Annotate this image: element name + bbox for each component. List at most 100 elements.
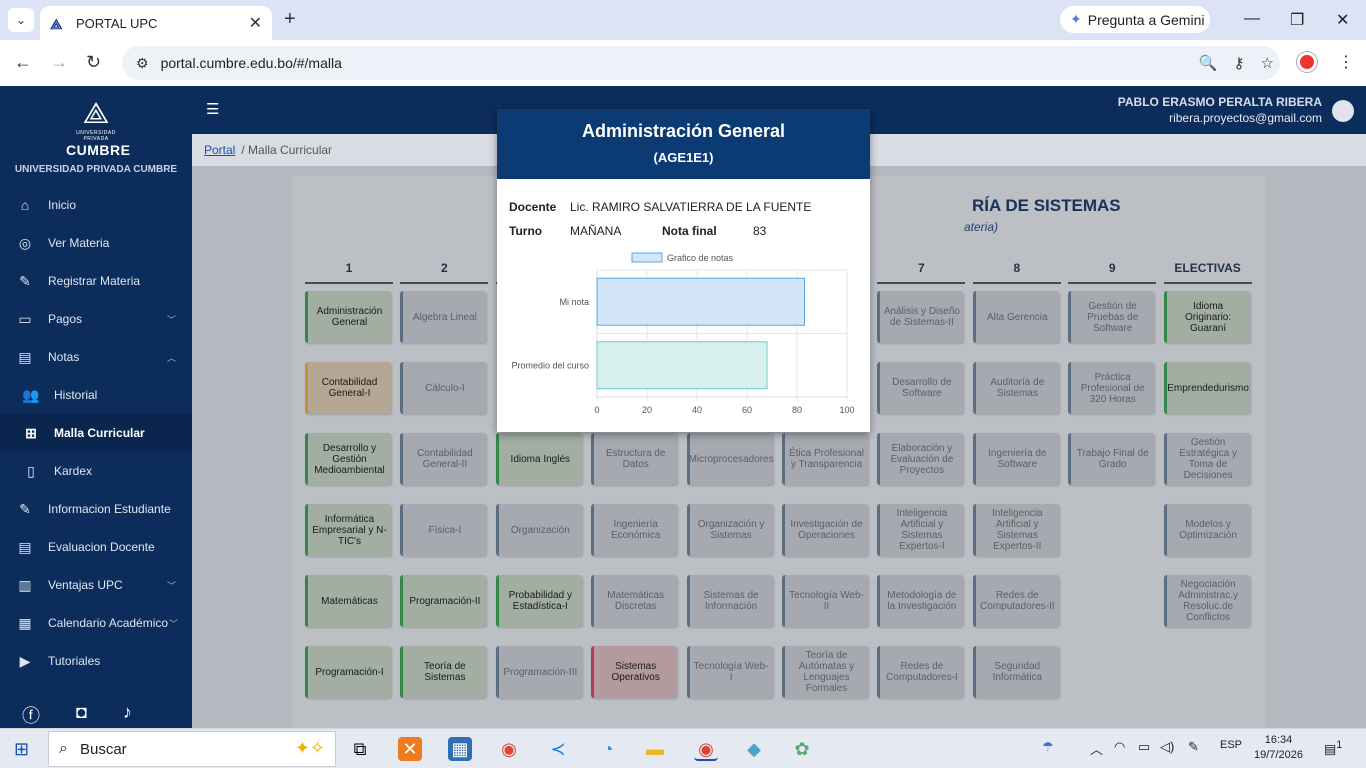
windows-start-icon[interactable]: ⊞ xyxy=(14,739,29,760)
minimize-icon[interactable]: — xyxy=(1244,10,1260,28)
sidebar-item-ver-materia[interactable]: ◎ Ver Materia xyxy=(0,224,192,262)
logo-big-text: CUMBRE xyxy=(66,142,131,158)
copilot-sparkle-icon: ✦✧ xyxy=(294,738,325,758)
pen-icon[interactable]: ✎ xyxy=(1188,739,1199,755)
chrome-icon[interactable]: ◉ xyxy=(497,737,521,761)
sidebar-item-label: Historial xyxy=(54,388,98,402)
sidebar-item-malla-curricular[interactable]: ⊞ Malla Curricular xyxy=(0,414,192,452)
vscode-icon[interactable]: ≺ xyxy=(546,737,570,761)
sidebar-item-registrar-materia[interactable]: ✎ Registrar Materia xyxy=(0,262,192,300)
sidebar-item-calendario[interactable]: ▦ Calendario Académico ﹀ xyxy=(0,604,192,642)
breadcrumb-current: Malla Curricular xyxy=(248,143,333,157)
close-tab-icon[interactable]: ✕ xyxy=(249,13,262,33)
notifications-icon[interactable]: ▤1 xyxy=(1324,739,1342,757)
tiktok-icon[interactable]: ♪ xyxy=(123,702,132,728)
xampp-icon[interactable]: ✕ xyxy=(398,737,422,761)
battery-icon[interactable]: ▭ xyxy=(1138,739,1150,755)
user-info: PABLO ERASMO PERALTA RIBERA ribera.proye… xyxy=(1118,95,1322,125)
docente-label: Docente xyxy=(509,200,557,214)
target-icon: ◎ xyxy=(18,234,32,251)
restore-icon[interactable]: ❐ xyxy=(1290,10,1304,30)
y-category-label: Promedio del curso xyxy=(511,360,589,370)
wifi-icon[interactable]: ◠ xyxy=(1114,739,1125,755)
legend-swatch xyxy=(631,252,663,263)
sidebar-item-label: Calendario Académico xyxy=(48,616,169,630)
sidebar-item-label: Ver Materia xyxy=(48,236,110,250)
browser-tab[interactable]: ⟁ PORTAL UPC ✕ xyxy=(40,6,272,40)
weather-icon[interactable]: ☂ xyxy=(1042,739,1054,755)
bookmark-star-icon[interactable]: ☆ xyxy=(1261,54,1274,72)
breadcrumb-separator: / xyxy=(241,143,249,157)
url-field[interactable]: ⚙ portal.cumbre.edu.bo/#/malla xyxy=(122,46,1280,80)
chrome-profile-icon[interactable]: ◉ xyxy=(694,737,718,761)
bar xyxy=(596,341,768,390)
social-links: ⓕ ◘ ♪ xyxy=(22,702,132,728)
key-icon[interactable]: ⚷ xyxy=(1234,54,1245,72)
app-icon-2[interactable]: ✿ xyxy=(790,737,814,761)
modal-title: Administración General xyxy=(581,121,786,141)
close-window-icon[interactable]: ✕ xyxy=(1336,10,1349,30)
sidebar-item-label: Ventajas UPC xyxy=(48,578,123,592)
sidebar-item-label: Registrar Materia xyxy=(48,274,141,288)
language-indicator[interactable]: ESP xyxy=(1220,739,1242,751)
edge-icon[interactable]: ◔ xyxy=(596,737,620,761)
home-icon: ⌂ xyxy=(20,197,30,213)
chevron-down-icon: ﹀ xyxy=(168,618,178,629)
money-icon: ▭ xyxy=(18,310,32,327)
calculator-icon[interactable]: ▦ xyxy=(448,737,472,761)
zoom-icon[interactable]: 🔍 xyxy=(1199,54,1218,72)
x-tick-label: 80 xyxy=(792,405,802,415)
sidebar-item-kardex[interactable]: ▯ Kardex xyxy=(0,452,192,490)
chevron-down-icon: ﹀ xyxy=(166,314,176,325)
file-explorer-icon[interactable]: ▬ xyxy=(643,737,667,761)
document-icon: ▯ xyxy=(27,462,35,479)
turno-value: MAÑANA xyxy=(570,224,622,238)
facebook-icon[interactable]: ⓕ xyxy=(22,702,40,728)
reload-icon[interactable]: ↻ xyxy=(86,52,101,73)
clipboard-icon: ▤ xyxy=(18,538,32,555)
x-tick-label: 60 xyxy=(742,405,752,415)
gemini-button[interactable]: ✦ Pregunta a Gemini xyxy=(1060,6,1210,33)
back-icon[interactable]: ← xyxy=(14,52,32,73)
forward-icon[interactable]: → xyxy=(50,52,68,73)
instagram-icon[interactable]: ◘ xyxy=(76,702,87,728)
x-tick-label: 0 xyxy=(594,405,599,415)
user-avatar-icon[interactable] xyxy=(1332,100,1354,122)
menu-kebab-icon[interactable]: ⋮ xyxy=(1338,52,1354,72)
sidebar-item-label: Evaluacion Docente xyxy=(48,540,155,554)
address-bar-row: ← → ↻ ⚙ portal.cumbre.edu.bo/#/malla 🔍 ⚷… xyxy=(0,40,1366,86)
sidebar-item-historial[interactable]: 👥 Historial xyxy=(0,376,192,414)
sidebar-item-label: Pagos xyxy=(48,312,83,326)
chevron-up-icon: ︿ xyxy=(166,352,176,363)
app-icon[interactable]: ◆ xyxy=(742,737,766,761)
university-name: UNIVERSIDAD PRIVADA CUMBRE xyxy=(14,164,178,175)
task-view-icon[interactable]: ⧉ xyxy=(348,737,372,761)
gemini-label: Pregunta a Gemini xyxy=(1087,11,1205,28)
volume-icon[interactable]: ◁) xyxy=(1160,739,1174,755)
tab-search-button[interactable]: ⌄ xyxy=(8,8,34,32)
clock-date: 19/7/2026 xyxy=(1254,749,1303,761)
calendar-icon: ▦ xyxy=(18,614,32,631)
sidebar-item-inicio[interactable]: ⌂ Inicio xyxy=(0,186,192,224)
grid-icon: ⊞ xyxy=(25,424,37,441)
breadcrumb-portal-link[interactable]: Portal xyxy=(204,143,235,157)
sidebar-item-informacion-estudiante[interactable]: ✎ Informacion Estudiante xyxy=(0,490,192,528)
notification-count: 1 xyxy=(1336,739,1343,751)
sidebar-item-ventajas-upc[interactable]: ▥ Ventajas UPC ﹀ xyxy=(0,566,192,604)
tray-chevron-up-icon[interactable]: ︿ xyxy=(1090,739,1103,758)
clipboard-icon: ▤ xyxy=(18,348,32,365)
profile-avatar[interactable] xyxy=(1297,52,1317,72)
site-settings-icon[interactable]: ⚙ xyxy=(136,55,149,72)
nota-value: 83 xyxy=(753,224,767,238)
sidebar-item-label: Malla Curricular xyxy=(54,426,145,440)
sidebar-item-pagos[interactable]: ▭ Pagos ﹀ xyxy=(0,300,192,338)
hamburger-icon[interactable]: ☰ xyxy=(206,100,219,118)
taskbar-search[interactable]: ⌕ Buscar ✦✧ xyxy=(48,731,336,767)
subject-modal: Administración General (AGE1E1) Docente L… xyxy=(497,109,870,432)
docente-value: Lic. RAMIRO SALVATIERRA DE LA FUENTE xyxy=(570,200,812,214)
sidebar-item-notas[interactable]: ▤ Notas ︿ xyxy=(0,338,192,376)
clock[interactable]: 16:34 19/7/2026 xyxy=(1254,733,1303,763)
sidebar-item-tutoriales[interactable]: ▶ Tutoriales xyxy=(0,642,192,680)
sidebar-item-evaluacion-docente[interactable]: ▤ Evaluacion Docente xyxy=(0,528,192,566)
new-tab-icon[interactable]: + xyxy=(284,8,296,31)
